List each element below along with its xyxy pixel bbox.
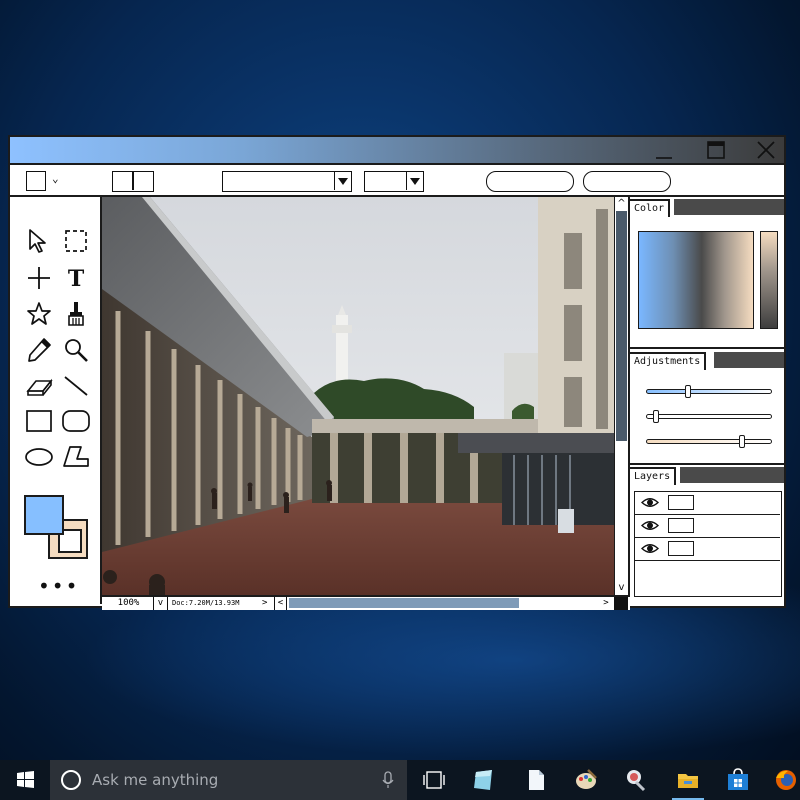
- firefox-icon[interactable]: [766, 764, 800, 796]
- layers-panel-header-bar: [680, 467, 784, 483]
- adjustment-slider-1[interactable]: [646, 385, 772, 398]
- eye-icon[interactable]: [641, 519, 659, 532]
- horizontal-scrollbar[interactable]: < >: [274, 597, 612, 610]
- color-panel-tab[interactable]: Color: [630, 199, 784, 217]
- layers-panel-title: Layers: [630, 467, 677, 485]
- size-dropdown[interactable]: [364, 171, 424, 192]
- cortana-icon: [61, 770, 81, 790]
- line-icon[interactable]: [62, 372, 90, 400]
- maximize-button[interactable]: [694, 137, 738, 163]
- paint-app-window: ⌄ T ••• ^ v 100% v Doc:7.20M/13.93M > < …: [8, 135, 786, 610]
- scroll-left-icon[interactable]: <: [275, 597, 287, 610]
- adjustments-panel-header-bar: [714, 352, 784, 368]
- minimize-icon: [656, 157, 672, 159]
- layer-row[interactable]: [635, 515, 780, 538]
- dropdown-arrow-icon[interactable]: [406, 172, 423, 190]
- horizontal-scroll-thumb[interactable]: [289, 598, 519, 608]
- file-explorer-icon[interactable]: [668, 764, 708, 800]
- text-icon[interactable]: T: [62, 264, 90, 292]
- search-box[interactable]: Ask me anything: [50, 760, 407, 800]
- ellipse-icon[interactable]: [25, 443, 53, 471]
- color-panel-header-bar: [674, 199, 784, 215]
- doc-info-arrow-icon[interactable]: >: [262, 597, 272, 610]
- layer-thumbnail: [668, 495, 694, 510]
- marquee-icon[interactable]: [62, 227, 90, 255]
- title-bar[interactable]: [10, 137, 784, 165]
- task-view-icon[interactable]: [414, 764, 454, 796]
- slider-knob[interactable]: [685, 385, 691, 398]
- panel-divider: [630, 463, 784, 465]
- panel-divider: [630, 347, 784, 349]
- network-app-icon[interactable]: [616, 764, 656, 796]
- polygon-icon[interactable]: [62, 443, 90, 471]
- microphone-icon[interactable]: [382, 771, 394, 789]
- rounded-rectangle-icon[interactable]: [62, 407, 90, 435]
- maximize-icon: [707, 141, 725, 159]
- scroll-right-icon[interactable]: >: [600, 597, 612, 610]
- slider-knob[interactable]: [653, 410, 659, 423]
- store-icon[interactable]: [718, 764, 758, 796]
- adjustment-slider-2[interactable]: [646, 410, 772, 423]
- scroll-up-icon[interactable]: ^: [615, 197, 628, 211]
- layers-list: [634, 491, 782, 597]
- layer-thumbnail: [668, 541, 694, 556]
- option-button-1[interactable]: [486, 171, 574, 192]
- adjustment-slider-3[interactable]: [646, 435, 772, 448]
- document-app-icon[interactable]: [516, 764, 556, 796]
- zoom-level[interactable]: 100%: [104, 597, 154, 610]
- dropdown-arrow-icon[interactable]: [334, 172, 351, 190]
- slider-knob[interactable]: [739, 435, 745, 448]
- svg-text:T: T: [68, 266, 85, 292]
- adjustments-panel-title: Adjustments: [630, 352, 707, 370]
- scroll-down-icon[interactable]: v: [615, 581, 628, 595]
- notes-app-icon[interactable]: [464, 764, 504, 796]
- vertical-scrollbar[interactable]: ^ v: [614, 197, 630, 595]
- foreground-color-swatch[interactable]: [24, 495, 64, 535]
- crosshair-icon[interactable]: [25, 264, 53, 292]
- right-panels: Color Adjustments Layers: [630, 197, 784, 604]
- taskbar: Ask me anything: [0, 760, 800, 800]
- rectangle-icon[interactable]: [25, 407, 53, 435]
- status-bar: 100% v Doc:7.20M/13.93M > < >: [102, 595, 630, 610]
- select-arrow-icon[interactable]: [25, 227, 53, 255]
- color-hue-slider[interactable]: [760, 231, 778, 329]
- paint-app-icon[interactable]: [566, 764, 606, 796]
- photo-image: [102, 197, 614, 595]
- layer-row[interactable]: [635, 492, 780, 515]
- close-icon: [757, 141, 775, 159]
- vertical-scroll-thumb[interactable]: [616, 211, 627, 441]
- search-placeholder: Ask me anything: [92, 771, 219, 789]
- option-button-2[interactable]: [583, 171, 671, 192]
- layer-thumbnail: [668, 518, 694, 533]
- zoom-icon[interactable]: [62, 336, 90, 364]
- star-icon[interactable]: [25, 300, 53, 328]
- font-dropdown[interactable]: [222, 171, 352, 192]
- color-panel-title: Color: [630, 199, 671, 217]
- minimize-button[interactable]: [642, 137, 686, 163]
- close-button[interactable]: [744, 137, 788, 163]
- scrollbar-corner: [614, 597, 628, 610]
- chevron-down-icon[interactable]: ⌄: [52, 172, 59, 185]
- adjustments-panel-tab[interactable]: Adjustments: [630, 352, 784, 370]
- eye-icon[interactable]: [641, 496, 659, 509]
- tool-palette: T •••: [10, 197, 102, 604]
- pencil-icon[interactable]: [25, 336, 53, 364]
- layer-row[interactable]: [635, 538, 780, 561]
- image-canvas[interactable]: [102, 197, 614, 595]
- zoom-dropdown-icon[interactable]: v: [154, 597, 168, 610]
- brush-icon[interactable]: [62, 300, 90, 328]
- document-size-info: Doc:7.20M/13.93M: [172, 599, 240, 607]
- color-picker-field[interactable]: [638, 231, 754, 329]
- split-view-button[interactable]: [112, 171, 154, 192]
- eye-icon[interactable]: [641, 542, 659, 555]
- options-toolbar: ⌄: [10, 165, 784, 197]
- layers-panel-tab[interactable]: Layers: [630, 467, 784, 485]
- start-button[interactable]: [0, 760, 50, 800]
- square-icon[interactable]: [26, 171, 46, 191]
- more-tools-button[interactable]: •••: [38, 576, 79, 596]
- eraser-icon[interactable]: [25, 372, 53, 400]
- windows-logo-icon: [17, 771, 34, 788]
